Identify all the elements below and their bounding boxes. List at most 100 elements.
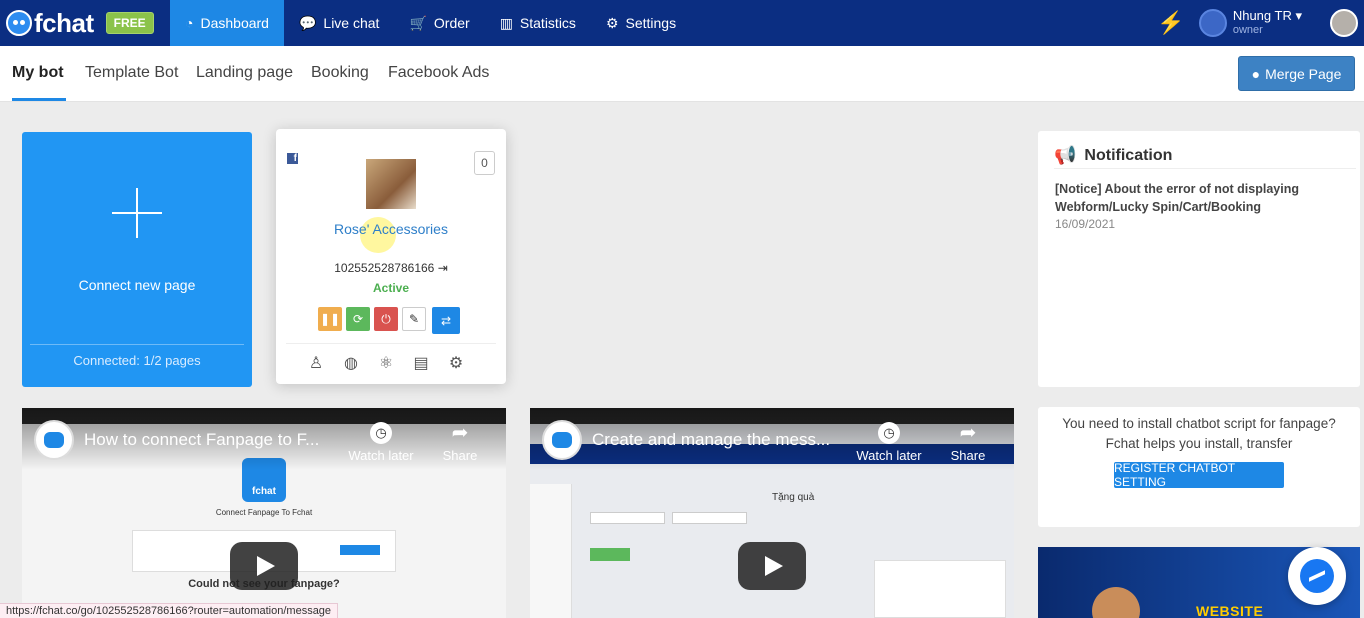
notification-header: 📢 Notification <box>1054 143 1356 169</box>
refresh-icon: ⟳ <box>352 312 364 326</box>
power-icon: ⏻ <box>381 311 391 326</box>
nav-right: ⚡ Nhung TR ▾ owner <box>1157 0 1364 46</box>
sync-button[interactable]: ⟳ <box>346 307 370 331</box>
video-1-title[interactable]: How to connect Fanpage to F... <box>84 430 319 450</box>
gear-icon[interactable]: ⚙ <box>446 353 466 373</box>
clock-icon: ◷ <box>878 422 900 444</box>
watch-later-button[interactable]: ◷ Watch later <box>854 422 924 463</box>
connect-new-page-card[interactable]: Connect new page Connected: 1/2 pages <box>22 132 252 387</box>
list-card-icon[interactable]: ▤ <box>411 353 431 373</box>
messenger-icon[interactable]: ◍ <box>341 353 361 373</box>
top-navbar: fchat FREE ◔ Dashboard 💬 Live chat 🛒 Ord… <box>0 0 1364 46</box>
divider <box>286 343 496 344</box>
profile-picture[interactable] <box>1330 9 1358 37</box>
share-label: Share <box>442 448 478 463</box>
tab-landing-page[interactable]: Landing page <box>196 64 293 82</box>
video-player-2[interactable]: Tặng quà Create and manage the mess... ◷… <box>530 408 1014 618</box>
robot-logo-icon <box>6 10 32 36</box>
merge-page-label: Merge Page <box>1265 65 1342 82</box>
video-2-title[interactable]: Create and manage the mess... <box>592 430 830 450</box>
play-button[interactable] <box>738 542 806 590</box>
pencil-icon: ✎ <box>408 312 420 326</box>
page-id-value: 102552528786166 <box>334 261 435 275</box>
video-2-green-pill <box>590 548 630 561</box>
play-button[interactable] <box>230 542 298 590</box>
install-line-1: You need to install chatbot script for f… <box>1062 416 1336 431</box>
tab-my-bot[interactable]: My bot <box>12 64 64 82</box>
watch-later-label: Watch later <box>856 448 922 463</box>
nav-order-label: Order <box>433 15 470 31</box>
transfer-button[interactable]: ⇄ <box>432 307 460 334</box>
video-1-heading: Connect Fanpage To Fchat <box>215 508 313 517</box>
page-actions: ❚❚ ⟳ ⏻ ✎ ⇄ <box>318 307 460 334</box>
nav-order[interactable]: 🛒 Order <box>394 0 484 46</box>
caret-down-icon: ▾ <box>1295 8 1302 23</box>
presenter-photo <box>1092 587 1140 618</box>
nav-dashboard[interactable]: ◔ Dashboard <box>170 0 284 46</box>
fanpage-card: f 0 Rose' Accessories 102552528786166 ⇥ … <box>276 129 506 384</box>
video-2-sidebar <box>530 484 572 618</box>
video-2-form <box>874 560 1006 618</box>
tab-facebook-ads[interactable]: Facebook Ads <box>388 64 489 82</box>
nav-live-chat[interactable]: 💬 Live chat <box>284 0 394 46</box>
share-icon: ➦ <box>451 422 469 444</box>
pause-icon: ❚❚ <box>319 312 341 326</box>
facebook-icon: f <box>287 153 298 164</box>
clock-icon: ◷ <box>370 422 392 444</box>
merge-page-button[interactable]: ● Merge Page <box>1238 56 1355 91</box>
notification-item-link[interactable]: [Notice] About the error of not displayi… <box>1055 180 1345 216</box>
exchange-icon: ⇄ <box>440 313 452 328</box>
share-button[interactable]: ➦ Share <box>948 422 988 463</box>
ad-banner-text: WEBSITE AUTOMATION <box>1196 603 1264 618</box>
status-bar-url: https://fchat.co/go/102552528786166?rout… <box>0 603 339 618</box>
page-count-badge: 0 <box>474 151 495 175</box>
video-player-1[interactable]: fchat Connect Fanpage To Fchat Could not… <box>22 408 506 618</box>
atom-icon[interactable]: ⚛ <box>376 353 396 373</box>
megaphone-icon: 📢 <box>1054 145 1077 165</box>
external-link-icon[interactable]: ⇥ <box>438 261 448 275</box>
page-name-link[interactable]: Rose' Accessories <box>276 221 506 237</box>
plan-badge: FREE <box>105 12 154 34</box>
register-chatbot-setting-button[interactable]: REGISTER CHATBOT SETTING <box>1114 461 1284 489</box>
bell-off-icon[interactable]: ⚡ <box>1157 10 1184 36</box>
notification-title: Notification <box>1084 146 1173 164</box>
connect-new-page-label: Connect new page <box>78 277 196 293</box>
chat-icon: 💬 <box>298 14 317 31</box>
pause-button[interactable]: ❚❚ <box>318 307 342 331</box>
nav-statistics-label: Statistics <box>519 15 576 31</box>
bar-chart-icon: ▥ <box>499 14 513 31</box>
video-1-connect-button <box>340 545 380 555</box>
page-thumbnail <box>366 159 416 209</box>
sub-navbar: My bot Template Bot Landing page Booking… <box>0 46 1364 102</box>
messenger-icon <box>1300 559 1334 593</box>
user-avatar[interactable] <box>1198 9 1227 37</box>
nav-live-chat-label: Live chat <box>323 15 380 31</box>
user-name: Nhung TR <box>1232 8 1292 23</box>
page-status: Active <box>372 281 410 295</box>
messenger-chat-button[interactable] <box>1288 547 1346 605</box>
divider <box>30 344 244 345</box>
user-menu[interactable]: Nhung TR ▾ owner <box>1233 9 1302 37</box>
share-button[interactable]: ➦ Share <box>440 422 480 463</box>
tab-template-bot[interactable]: Template Bot <box>85 64 178 82</box>
notification-date: 16/09/2021 <box>1055 217 1116 231</box>
notification-panel: 📢 Notification [Notice] About the error … <box>1038 131 1360 387</box>
edit-button[interactable]: ✎ <box>402 307 426 331</box>
video-2-pill <box>590 512 665 524</box>
share-icon: ➦ <box>959 422 977 444</box>
plus-icon <box>112 188 162 238</box>
video-2-pill <box>672 512 747 524</box>
channel-avatar[interactable] <box>542 420 582 460</box>
user-role: owner <box>1232 24 1263 36</box>
watch-later-button[interactable]: ◷ Watch later <box>346 422 416 463</box>
nav-settings[interactable]: ⚙ Settings <box>591 0 691 46</box>
fchat-logo[interactable]: fchat FREE <box>6 8 170 39</box>
active-tab-indicator <box>12 98 66 101</box>
channel-avatar[interactable] <box>34 420 74 460</box>
power-button[interactable]: ⏻ <box>374 307 398 331</box>
nav-statistics[interactable]: ▥ Statistics <box>485 0 591 46</box>
watch-later-label: Watch later <box>348 448 414 463</box>
tab-booking[interactable]: Booking <box>311 64 369 82</box>
user-icon[interactable]: ♙ <box>306 353 326 373</box>
connected-pages-count: Connected: 1/2 pages <box>73 353 201 368</box>
